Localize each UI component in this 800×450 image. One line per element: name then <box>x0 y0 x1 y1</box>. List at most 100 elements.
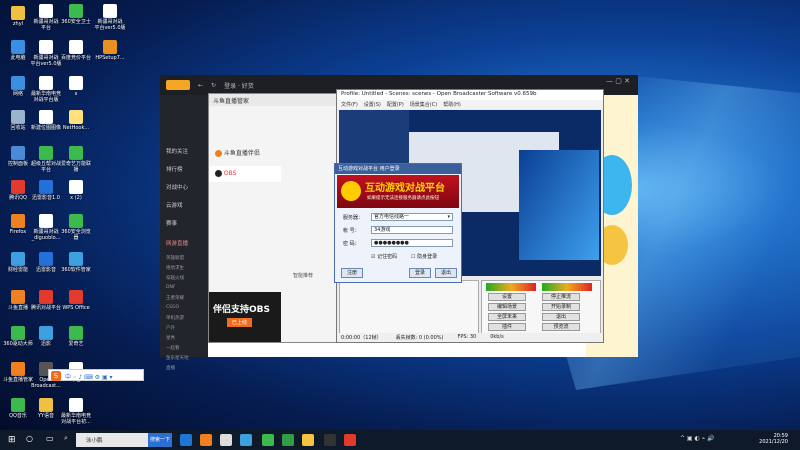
desktop-icon[interactable]: 腾讯对战平台 <box>30 290 62 311</box>
desktop-icon[interactable]: 360软件管家 <box>60 252 92 273</box>
desktop-icon[interactable]: 新建位图图像 <box>30 110 62 131</box>
register-button[interactable]: 注册 <box>341 268 363 278</box>
desktop-icon[interactable]: 新疆哥对战 平台ver5.0版 <box>30 40 62 67</box>
refresh-icon[interactable]: ↻ <box>211 82 216 89</box>
desktop-icon[interactable]: 百度竞价平台 <box>60 40 92 61</box>
tab-obs[interactable]: OBS <box>209 166 281 182</box>
preview-stream-button[interactable]: 预览流 <box>542 323 580 331</box>
douyu-manager-icon[interactable] <box>302 434 314 446</box>
desktop-icon[interactable]: 最新华南电竞 对战平台初... <box>60 398 92 425</box>
obs-menu-item[interactable]: 设置(S) <box>364 101 381 108</box>
obs-menu-item[interactable]: 配置(P) <box>387 101 404 108</box>
task-view-icon[interactable]: ▭ <box>46 434 54 443</box>
account-field[interactable]: 34游戏 <box>371 226 453 234</box>
tool-window[interactable]: 斗鱼直播管家 斗鱼直播伴侣 OBS 智能推荐 伴侣支持OBS 已上线 <box>208 93 344 343</box>
ime-tools-icons[interactable]: 中 ◦ ♪ ⌨ ⚙ ▣ ▾ <box>65 372 113 381</box>
search-icon[interactable]: ⌕ <box>64 434 68 443</box>
sub-nav-item[interactable]: 单机热游 <box>166 315 184 321</box>
desktop-icon[interactable]: x <box>60 76 92 97</box>
app-icon <box>69 290 83 304</box>
window-controls[interactable]: — ▢ ✕ <box>606 77 630 85</box>
360-icon[interactable] <box>262 434 274 446</box>
app-icon <box>69 214 83 228</box>
sub-nav-item[interactable]: DNF <box>166 285 175 290</box>
login-dialog[interactable]: 互动游戏对战平台 用户登录 互动游戏对战平台 如果提示无法连接服务器请点此按钮 … <box>334 163 462 283</box>
sub-nav-item[interactable]: 星秀 <box>166 335 175 341</box>
ime-toolbar[interactable]: S 中 ◦ ♪ ⌨ ⚙ ▣ ▾ <box>48 369 144 381</box>
exit-button[interactable]: 退出 <box>542 313 580 321</box>
sub-nav-item[interactable]: 户外 <box>166 325 175 331</box>
desktop-icon[interactable]: 迅影 <box>30 326 62 347</box>
obs-ad[interactable]: 伴侣支持OBS 已上线 <box>209 292 281 342</box>
sub-nav-item[interactable]: 直播 <box>166 365 175 371</box>
sub-nav-item[interactable]: 英雄联盟 <box>166 255 184 261</box>
desktop-icon[interactable]: NetHook... <box>60 110 92 131</box>
desktop-icon-label: HPSetup7... <box>95 55 125 61</box>
desktop-icon[interactable]: 360安全卫士 <box>60 4 92 25</box>
desktop-icon[interactable]: x (2) <box>60 180 92 201</box>
desktop-icon[interactable]: 爱奇艺 <box>60 326 92 347</box>
desktop-icon[interactable]: 新疆哥对战 平台ver5.0版 <box>94 4 126 31</box>
tab-douyu-companion[interactable]: 斗鱼直播伴侣 <box>209 144 281 160</box>
edge-icon[interactable] <box>180 434 192 446</box>
desktop-icon[interactable]: 新疆哥对战 平台 <box>30 4 62 31</box>
search-button[interactable]: 搜索一下 <box>148 433 172 447</box>
server-select[interactable]: 官方电信线路一 ▾ <box>371 213 453 221</box>
nav-rank[interactable]: 排行榜 <box>166 165 183 173</box>
ime-logo-icon[interactable]: S <box>51 371 61 381</box>
plugins-button[interactable]: 插件 <box>488 323 526 331</box>
cortana-icon[interactable]: ○ <box>26 434 33 443</box>
clock-date: 2021/12/20 <box>759 439 788 445</box>
app-icon <box>11 290 25 304</box>
tray-icons[interactable]: ^ ▣ ◐ ⌁ 🔊 <box>680 435 715 442</box>
desktop-icon[interactable]: 最新华南电竞 对战平台版 <box>30 76 62 103</box>
obs-taskbar-icon[interactable] <box>324 434 336 446</box>
chrome-icon[interactable] <box>282 434 294 446</box>
nav-events[interactable]: 赛事 <box>166 219 177 227</box>
app-icon <box>39 76 53 90</box>
nav-follow[interactable]: 我的关注 <box>166 147 188 155</box>
app-icon <box>39 290 53 304</box>
sub-nav-item[interactable]: 王者荣耀 <box>166 295 184 301</box>
back-icon[interactable]: ← <box>198 82 203 89</box>
edit-scene-button[interactable]: 编辑场景 <box>488 303 526 311</box>
store-icon[interactable] <box>240 434 252 446</box>
desktop-icon[interactable]: HPSetup7... <box>94 40 126 61</box>
password-field[interactable]: ●●●●●●●● <box>371 239 453 247</box>
sub-nav-item[interactable]: 绝地求生 <box>166 265 184 271</box>
sub-nav-item[interactable]: 穿越火线 <box>166 275 184 281</box>
desktop-icon[interactable]: 迅雷影音 <box>30 252 62 273</box>
obs-menu-item[interactable]: 场景集合(C) <box>410 101 437 108</box>
desktop-icon[interactable]: 超级丘帮对战 平台 <box>30 146 62 173</box>
fullscreen-button[interactable]: 全屏未来 <box>488 313 526 321</box>
obs-menu-item[interactable]: 帮助(H) <box>443 101 461 108</box>
game-platform-icon[interactable] <box>344 434 356 446</box>
file-explorer-icon[interactable] <box>220 434 232 446</box>
start-record-button[interactable]: 开始录制 <box>542 303 580 311</box>
desktop-icon[interactable]: 360安全浏览 器 <box>60 214 92 241</box>
hidden-login-checkbox[interactable]: ☐ 隐身登录 <box>411 253 437 260</box>
remember-password-checkbox[interactable]: ☑ 记住密码 <box>371 253 397 260</box>
sub-nav-item[interactable]: 一起看 <box>166 345 180 351</box>
app-icon <box>11 362 25 376</box>
banner-title: 互动游戏对战平台 <box>365 183 445 194</box>
exit-login-button[interactable]: 退出 <box>435 268 457 278</box>
douyu-taskbar-icon[interactable] <box>200 434 212 446</box>
sub-nav-item[interactable]: CSGO <box>166 305 179 310</box>
login-button[interactable]: 登录 <box>409 268 431 278</box>
settings-button[interactable]: 设置 <box>488 293 526 301</box>
obs-menu-item[interactable]: 文件(F) <box>341 101 358 108</box>
clock[interactable]: 20:59 2021/12/20 <box>759 433 788 445</box>
desktop-icon[interactable]: 新疆哥对战 _dlguoblo... <box>30 214 62 241</box>
stop-stream-button[interactable]: 停止推流 <box>542 293 580 301</box>
sub-nav-item[interactable]: 鱼乐星天地 <box>166 355 189 361</box>
desktop-icon[interactable]: 爱奇艺万能联 播 <box>60 146 92 173</box>
nav-online-game[interactable]: 网游直播 <box>166 239 188 247</box>
windows-start-icon[interactable]: ⊞ <box>8 435 16 445</box>
desktop-icon[interactable]: 迅雷影音1.0 <box>30 180 62 201</box>
nav-cloudgame[interactable]: 云游戏 <box>166 201 183 209</box>
desktop-icon[interactable]: YY语音 <box>30 398 62 419</box>
desktop-icons: zhyl 新疆哥对战 平台 360安全卫士 新疆哥对战 平台ver5.0版 此电脑 新疆哥… <box>0 0 130 430</box>
desktop-icon[interactable]: WPS Office <box>60 290 92 311</box>
nav-battle[interactable]: 对战中心 <box>166 183 188 191</box>
